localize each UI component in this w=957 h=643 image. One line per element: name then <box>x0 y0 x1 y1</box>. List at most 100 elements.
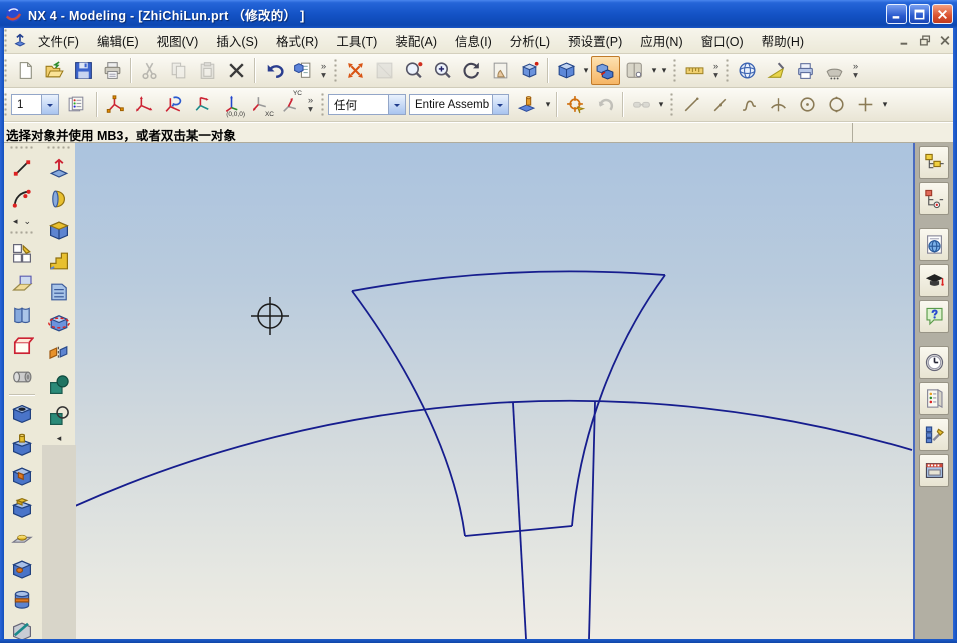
groove-button[interactable] <box>6 584 38 615</box>
split-body-button[interactable] <box>43 338 75 369</box>
interpart-link-button[interactable] <box>627 90 656 119</box>
combo-arrow-button[interactable] <box>388 95 405 114</box>
view-toolbar-options[interactable]: ▾ <box>659 65 669 76</box>
extrude-button[interactable] <box>43 152 75 183</box>
line-point-curve-button[interactable] <box>706 90 735 119</box>
rotate-view-button[interactable] <box>457 56 486 85</box>
block-button[interactable] <box>43 214 75 245</box>
snap-point-button[interactable] <box>561 90 590 119</box>
hole-button[interactable] <box>6 398 38 429</box>
work-layer-combo[interactable]: 1 <box>11 94 59 115</box>
toolbar-collapse-controls[interactable]: ◂ <box>57 431 62 445</box>
toolbar-collapse-controls[interactable]: ◂⌄ <box>13 214 31 228</box>
visualize-ruler-button[interactable] <box>680 56 709 85</box>
clip-section-button[interactable] <box>620 56 649 85</box>
menu-item-assemblies[interactable]: 装配(A) <box>386 27 446 54</box>
menu-item-information[interactable]: 信息(I) <box>446 27 501 54</box>
perspective-button[interactable] <box>515 56 544 85</box>
clip-section-dropdown[interactable]: ▾ <box>649 65 659 76</box>
geometry-svg[interactable] <box>75 143 913 639</box>
pocket-button[interactable] <box>6 460 38 491</box>
graphics-window[interactable] <box>75 143 915 639</box>
history-button[interactable] <box>919 346 949 379</box>
curve-radial_right[interactable] <box>589 402 595 639</box>
menu-item-file[interactable]: 文件(F) <box>29 27 88 54</box>
circle-button[interactable] <box>822 90 851 119</box>
menu-item-analysis[interactable]: 分析(L) <box>501 27 559 54</box>
wcs-dynamics-button[interactable] <box>101 90 130 119</box>
sheet-body-button[interactable] <box>43 276 75 307</box>
mdi-minimize-button[interactable] <box>896 33 913 48</box>
toolbar-grip[interactable] <box>9 145 35 150</box>
material-sphere-button[interactable] <box>733 56 762 85</box>
toolbar-overflow[interactable]: »▾ <box>709 62 722 80</box>
orient-view-dropdown[interactable]: ▾ <box>581 65 591 76</box>
menu-item-view[interactable]: 视图(V) <box>148 27 208 54</box>
pan-view-button[interactable] <box>486 56 515 85</box>
mdi-restore-button[interactable] <box>916 33 933 48</box>
orient-view-button[interactable] <box>552 56 581 85</box>
line-curve-button[interactable] <box>677 90 706 119</box>
wcs-rotate-button[interactable] <box>159 90 188 119</box>
movie-window-button[interactable] <box>919 454 949 487</box>
menu-item-application[interactable]: 应用(N) <box>631 27 691 54</box>
measure-button[interactable] <box>762 56 791 85</box>
trim-body-button[interactable] <box>43 307 75 338</box>
collapse-left-icon[interactable]: ◂ <box>57 433 62 444</box>
toolbar-grip[interactable] <box>672 58 677 83</box>
zoom-in-out-button[interactable] <box>428 56 457 85</box>
boss-button[interactable] <box>6 429 38 460</box>
help-button[interactable] <box>919 300 949 333</box>
update-display-button[interactable] <box>370 56 399 85</box>
deselect-last-button[interactable] <box>590 90 619 119</box>
undo-button[interactable] <box>259 56 288 85</box>
type-filter-combo[interactable]: 任何 <box>328 94 406 115</box>
instance-frame-button[interactable] <box>6 330 38 361</box>
wcs-origin-button[interactable]: (0,0,0) <box>217 90 246 119</box>
wcs-yc-button[interactable]: YC <box>275 90 304 119</box>
zoom-box-button[interactable] <box>399 56 428 85</box>
pad-button[interactable] <box>6 491 38 522</box>
training-button[interactable] <box>919 264 949 297</box>
high-quality-image-button[interactable] <box>791 56 820 85</box>
cut-button[interactable] <box>135 56 164 85</box>
curve-pitch_arc[interactable] <box>75 401 912 506</box>
combo-arrow-button[interactable] <box>492 95 508 114</box>
toolbar-overflow[interactable]: »▾ <box>317 62 330 80</box>
paste-special-button[interactable] <box>288 56 317 85</box>
toolbar-overflow[interactable]: »▾ <box>849 62 862 80</box>
arc-curve-button[interactable] <box>764 90 793 119</box>
assembly-context-button[interactable] <box>509 90 543 119</box>
curve-root_line[interactable] <box>465 526 572 536</box>
arc-tool-button[interactable] <box>6 183 38 214</box>
wcs-xc-button[interactable]: XC <box>246 90 275 119</box>
close-button[interactable] <box>932 4 953 24</box>
visualization-tools-button[interactable] <box>919 418 949 451</box>
assembly-navigator-button[interactable] <box>919 146 949 179</box>
wcs-orient-button[interactable] <box>130 90 159 119</box>
interpart-dropdown[interactable]: ▾ <box>656 99 666 110</box>
toolbar-overflow[interactable]: »▾ <box>304 96 317 114</box>
print-button[interactable] <box>98 56 127 85</box>
new-button[interactable] <box>11 56 40 85</box>
menu-item-help[interactable]: 帮助(H) <box>753 27 813 54</box>
mdi-close-button[interactable] <box>936 33 953 48</box>
curve-left_flank[interactable] <box>352 291 465 536</box>
tube-button[interactable] <box>6 361 38 392</box>
selection-scope-combo[interactable]: Entire Assemb <box>409 94 509 115</box>
curve-radial_center[interactable] <box>513 403 526 639</box>
web-browser-button[interactable] <box>919 228 949 261</box>
line-tool-button[interactable] <box>6 152 38 183</box>
revolve-button[interactable] <box>43 183 75 214</box>
fit-view-button[interactable] <box>341 56 370 85</box>
copy-button[interactable] <box>164 56 193 85</box>
save-button[interactable] <box>69 56 98 85</box>
toolbar-grip[interactable] <box>46 145 72 150</box>
toolbar-grip[interactable] <box>725 58 730 83</box>
menu-item-tools[interactable]: 工具(T) <box>327 27 386 54</box>
step-boss-button[interactable] <box>43 245 75 276</box>
toolbar-grip[interactable] <box>669 92 674 117</box>
delete-button[interactable] <box>222 56 251 85</box>
datum-plane-button[interactable] <box>6 268 38 299</box>
datum-csys-button[interactable] <box>6 299 38 330</box>
